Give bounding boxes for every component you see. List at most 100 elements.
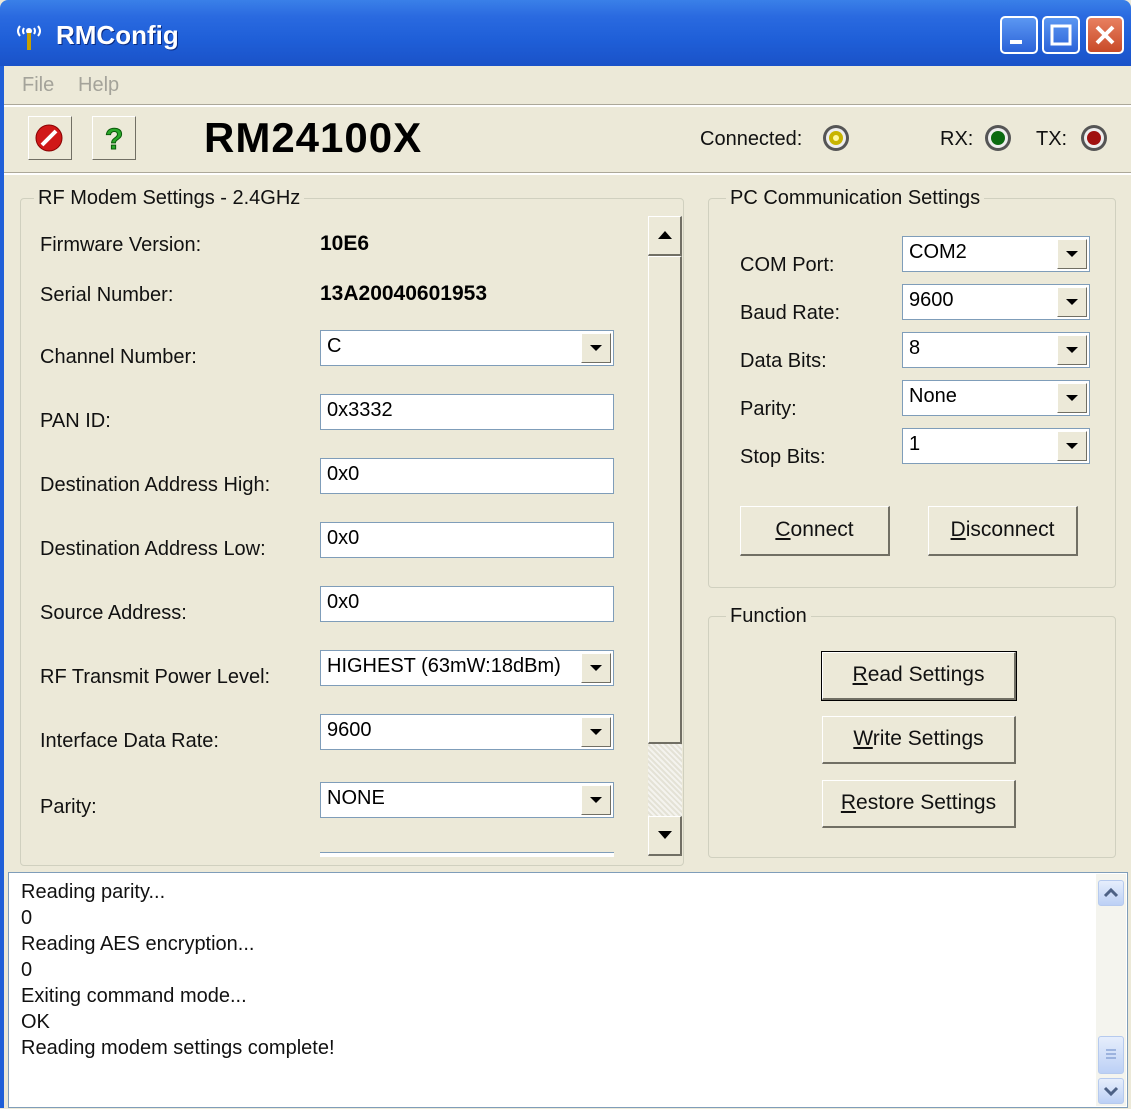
log-scroll-thumb[interactable]: [1098, 1036, 1124, 1074]
baud-rate-dropdown-button[interactable]: [1057, 287, 1087, 317]
minimize-button[interactable]: [1000, 16, 1038, 54]
channel-dropdown-button[interactable]: [581, 333, 611, 363]
parity-select[interactable]: NONE: [320, 782, 614, 818]
log-scroll-down-button[interactable]: [1098, 1078, 1124, 1104]
data-bits-label: Data Bits:: [740, 350, 827, 372]
next-field-peek: [320, 852, 614, 857]
connect-button[interactable]: Connect: [740, 506, 890, 556]
rx-led-icon: [985, 125, 1011, 151]
function-title: Function: [726, 605, 811, 628]
tx-label: TX:: [1036, 128, 1068, 150]
rx-label: RX:: [940, 128, 974, 150]
rf-scroll-thumb[interactable]: [648, 256, 682, 744]
data-rate-dropdown-button[interactable]: [581, 717, 611, 747]
tx-power-label: RF Transmit Power Level:: [40, 666, 271, 688]
source-address-label: Source Address:: [40, 602, 187, 624]
serial-label: Serial Number:: [40, 284, 174, 306]
antenna-icon: [17, 25, 41, 50]
read-mnemonic: R: [852, 663, 868, 686]
log-line: OK: [21, 1011, 50, 1033]
log-line: 0: [21, 907, 33, 929]
dest-low-input[interactable]: 0x0: [320, 522, 614, 558]
log-scroll-up-button[interactable]: [1098, 880, 1124, 906]
data-rate-select[interactable]: 9600: [320, 714, 614, 750]
tx-power-dropdown-button[interactable]: [581, 653, 611, 683]
toolbar-divider: [0, 172, 1131, 175]
parity-label: Parity:: [40, 796, 97, 818]
close-button[interactable]: [1086, 16, 1124, 54]
write-mnemonic: W: [853, 727, 873, 750]
chevron-down-icon: [1066, 251, 1078, 257]
source-address-input[interactable]: 0x0: [320, 586, 614, 622]
grip-icon: [1106, 1049, 1116, 1059]
rf-settings-title: RF Modem Settings - 2.4GHz: [34, 187, 305, 210]
pan-id-input[interactable]: 0x3332: [320, 394, 614, 430]
chevron-up-icon: [657, 231, 672, 239]
chevron-down-icon: [590, 345, 602, 351]
data-rate-value: 9600: [327, 719, 372, 741]
maximize-icon: [1050, 24, 1072, 46]
chevron-down-icon: [1066, 395, 1078, 401]
menu-file[interactable]: File: [22, 74, 54, 97]
write-settings-button[interactable]: Write Settings: [822, 716, 1016, 764]
baud-rate-value: 9600: [909, 289, 954, 311]
disconnect-mnemonic: D: [950, 518, 966, 541]
stop-button[interactable]: [28, 116, 72, 160]
connect-label: onnect: [790, 518, 854, 541]
restore-mnemonic: R: [840, 791, 857, 814]
channel-label: Channel Number:: [40, 346, 197, 368]
close-icon: [1095, 25, 1115, 45]
dest-high-input[interactable]: 0x0: [320, 458, 614, 494]
data-rate-label: Interface Data Rate:: [40, 730, 219, 752]
firmware-label: Firmware Version:: [40, 234, 202, 256]
window-title: RMConfig: [56, 20, 179, 50]
chevron-down-icon: [590, 665, 602, 671]
chevron-down-icon: [1103, 1086, 1119, 1097]
chevron-down-icon: [590, 729, 602, 735]
restore-settings-button[interactable]: Restore Settings: [822, 780, 1016, 828]
read-label: ead Settings: [867, 663, 985, 686]
stop-bits-value: 1: [909, 433, 921, 455]
com-port-label: COM Port:: [740, 254, 835, 276]
tx-power-value: HIGHEST (63mW:18dBm): [327, 655, 561, 677]
rf-scroll-down-button[interactable]: [648, 816, 682, 856]
pc-parity-value: None: [909, 385, 957, 407]
read-settings-button[interactable]: Read Settings: [821, 651, 1017, 701]
log-line: 0: [21, 959, 33, 981]
disconnect-button[interactable]: Disconnect: [928, 506, 1078, 556]
channel-select[interactable]: C: [320, 330, 614, 366]
chevron-down-icon: [657, 831, 672, 839]
write-label: rite Settings: [872, 727, 984, 750]
menu-help[interactable]: Help: [78, 74, 119, 97]
dest-high-label: Destination Address High:: [40, 474, 271, 496]
connected-led-icon: [823, 125, 849, 151]
rf-scroll-up-button[interactable]: [648, 216, 682, 256]
help-button[interactable]: ?: [92, 116, 136, 160]
baud-rate-label: Baud Rate:: [740, 302, 841, 324]
log-output[interactable]: Reading parity... 0 Reading AES encrypti…: [8, 872, 1128, 1108]
chevron-down-icon: [590, 797, 602, 803]
menu-divider: [0, 104, 1131, 107]
tx-power-select[interactable]: HIGHEST (63mW:18dBm): [320, 650, 614, 686]
pc-parity-dropdown-button[interactable]: [1057, 383, 1087, 413]
stop-icon: [35, 124, 63, 152]
connected-label: Connected:: [700, 128, 803, 150]
chevron-up-icon: [1103, 887, 1119, 898]
connect-mnemonic: C: [775, 518, 791, 541]
com-port-dropdown-button[interactable]: [1057, 239, 1087, 269]
svg-text:?: ?: [105, 123, 123, 156]
chevron-down-icon: [1066, 347, 1078, 353]
data-bits-dropdown-button[interactable]: [1057, 335, 1087, 365]
disconnect-label: isconnect: [965, 518, 1055, 541]
stop-bits-label: Stop Bits:: [740, 446, 826, 468]
data-bits-value: 8: [909, 337, 921, 359]
minimize-icon: [1010, 40, 1022, 44]
chevron-down-icon: [1066, 443, 1078, 449]
stop-bits-dropdown-button[interactable]: [1057, 431, 1087, 461]
window-border-left: [0, 66, 4, 1108]
parity-dropdown-button[interactable]: [581, 785, 611, 815]
maximize-button[interactable]: [1042, 16, 1080, 54]
firmware-value: 10E6: [320, 232, 370, 255]
dest-low-label: Destination Address Low:: [40, 538, 266, 560]
menu-bar: [0, 66, 1131, 104]
